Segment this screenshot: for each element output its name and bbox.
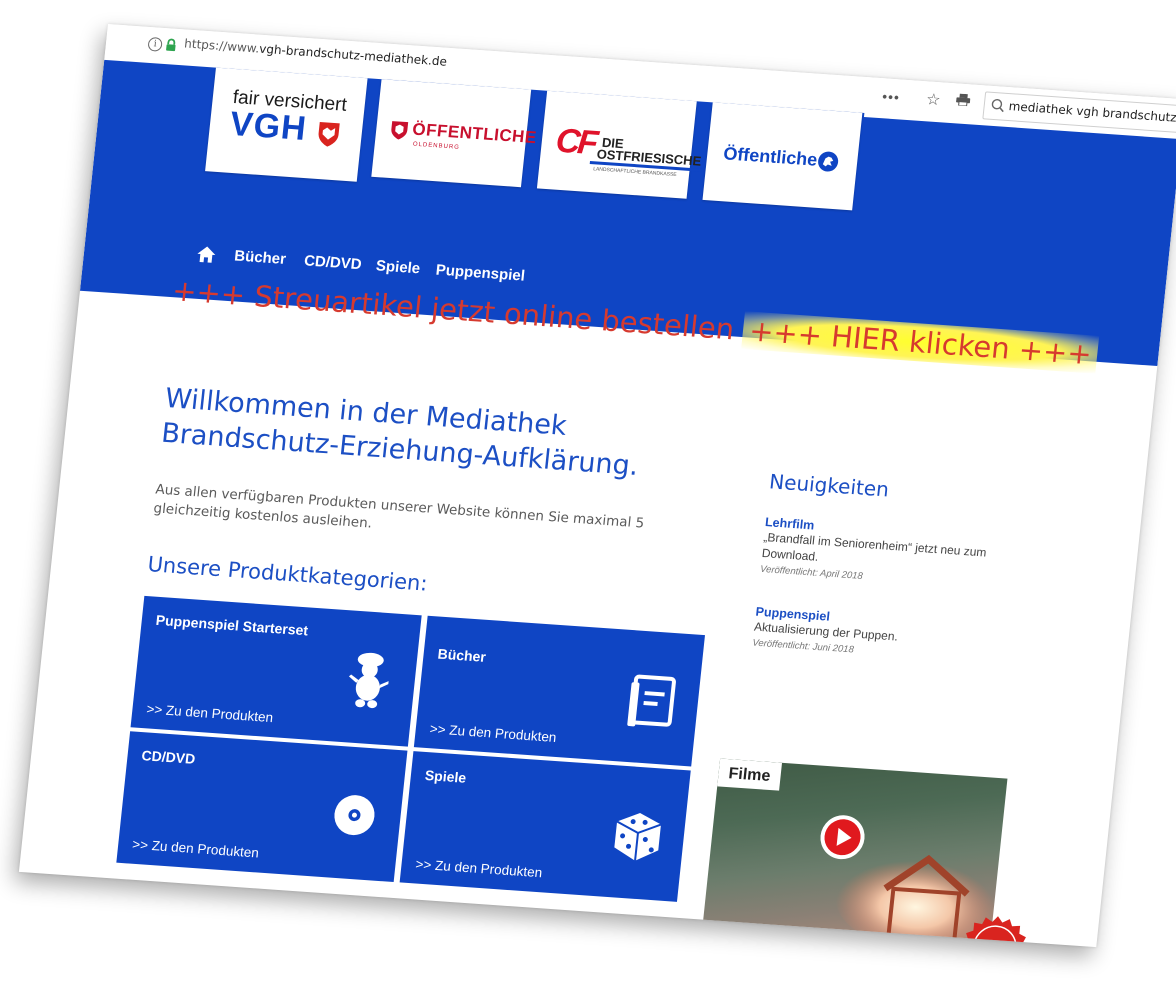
puppet-icon <box>348 652 389 709</box>
nav-item-buecher[interactable]: Bücher <box>233 247 286 268</box>
new-badge-text: NEU! <box>978 939 1011 947</box>
browser-page: i https://www.vgh-brandschutz-mediathek.… <box>18 24 1176 948</box>
nav-item-puppenspiel[interactable]: Puppenspiel <box>435 262 526 285</box>
search-input[interactable] <box>1007 97 1176 128</box>
page-actions-menu[interactable]: ••• <box>881 88 900 105</box>
category-tile-spiele[interactable]: Spiele >> Zu den Produkten <box>399 751 691 902</box>
category-tile-cd-dvd[interactable]: CD/DVD >> Zu den Produkten <box>116 731 408 883</box>
dice-icon <box>614 813 662 861</box>
new-badge-icon: NEU! <box>962 916 1027 948</box>
horse-emblem-icon <box>818 151 839 172</box>
disc-icon <box>334 795 375 836</box>
oeffentliche-subline: OLDENBURG <box>412 141 461 151</box>
book-icon <box>627 674 676 727</box>
oeffentliche-braunschweig-logo[interactable]: Öffentliche <box>702 102 863 211</box>
screenshot-stage: i https://www.vgh-brandschutz-mediathek.… <box>0 0 1176 992</box>
page-title: Willkommen in der Mediathek Brandschutz-… <box>159 382 640 482</box>
categories-heading: Unsere Produktkategorien: <box>146 552 429 596</box>
url-text[interactable]: https://www.vgh-brandschutz-mediathek.de <box>184 36 448 68</box>
film-video-teaser[interactable]: Filme <box>702 758 1008 948</box>
search-icon <box>991 99 1004 113</box>
news-item[interactable]: Lehrfilm „Brandfall im Seniorenheim“ jet… <box>760 515 1036 594</box>
nav-item-spiele[interactable]: Spiele <box>375 257 421 277</box>
play-button-icon[interactable] <box>816 812 869 863</box>
oldenburg-crest-icon <box>391 121 409 140</box>
main-nav: Bücher CD/DVD Spiele Puppenspiel <box>194 243 526 285</box>
url-host: vgh-brandschutz-mediathek.de <box>258 41 448 69</box>
bookmark-star-icon[interactable]: ☆ <box>925 89 941 110</box>
news-item[interactable]: Puppenspiel Aktualisierung der Puppen. V… <box>752 605 1026 668</box>
tile-title: CD/DVD <box>140 747 197 767</box>
news-heading: Neuigkeiten <box>768 469 891 502</box>
category-tile-buecher[interactable]: Bücher >> Zu den Produkten <box>413 615 705 767</box>
tile-title: Spiele <box>424 766 467 786</box>
tile-link[interactable]: >> Zu den Produkten <box>429 721 557 745</box>
home-icon[interactable] <box>195 245 217 264</box>
category-tile-puppenspiel[interactable]: Puppenspiel Starterset >> Zu den Produkt… <box>130 595 422 747</box>
nav-item-cd-dvd[interactable]: CD/DVD <box>303 252 362 273</box>
info-icon[interactable]: i <box>147 36 163 52</box>
ostfriesische-logo[interactable]: CF DIE OSTFRIESISCHE LANDSCHAFTLICHE BRA… <box>536 90 709 199</box>
tile-title: Bücher <box>436 645 487 665</box>
oeffentliche-braunschweig-wordmark: Öffentliche <box>722 143 819 170</box>
vgh-wordmark: VGH <box>228 104 309 149</box>
vgh-crest-icon <box>318 122 340 147</box>
film-label: Filme <box>717 758 782 791</box>
tile-link[interactable]: >> Zu den Produkten <box>415 857 543 881</box>
tile-link[interactable]: >> Zu den Produkten <box>146 701 274 725</box>
tile-title: Puppenspiel Starterset <box>155 611 309 639</box>
url-prefix: https://www. <box>183 36 261 56</box>
print-icon[interactable] <box>956 93 971 107</box>
vgh-logo[interactable]: fair versichert VGH <box>205 67 368 182</box>
lock-icon <box>166 38 176 52</box>
intro-text: Aus allen verfügbaren Produkten unserer … <box>152 481 645 532</box>
oeffentliche-oldenburg-logo[interactable]: ÖFFENTLICHE OLDENBURG <box>371 79 538 188</box>
tile-link[interactable]: >> Zu den Produkten <box>132 837 260 861</box>
